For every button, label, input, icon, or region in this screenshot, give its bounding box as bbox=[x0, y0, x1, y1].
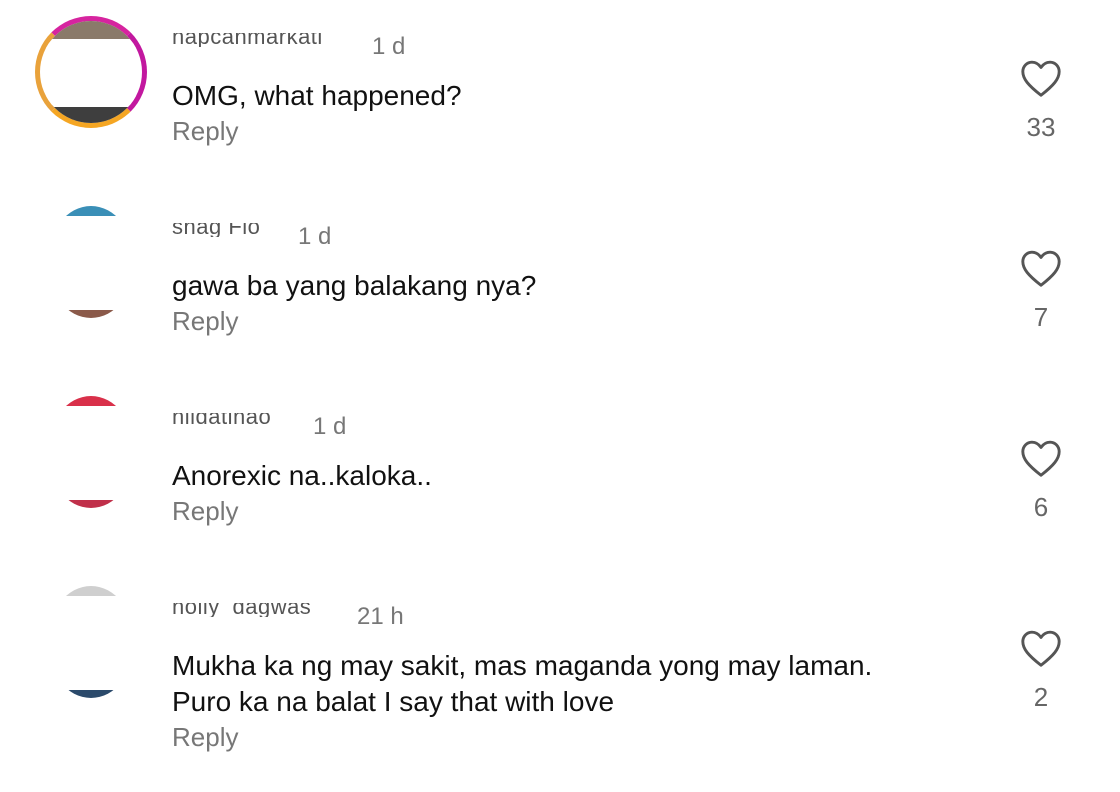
comment-time: 21 h bbox=[357, 603, 404, 630]
like-count: 2 bbox=[1033, 682, 1049, 712]
comment-username[interactable]: nolly_dagwas bbox=[172, 603, 311, 617]
avatar[interactable] bbox=[47, 586, 135, 698]
like-button[interactable]: 7 bbox=[1016, 248, 1066, 338]
comment-text: gawa ba yang balakang nya? bbox=[172, 270, 537, 301]
reply-button[interactable]: Reply bbox=[172, 306, 238, 337]
comment-username[interactable]: shag Flo bbox=[172, 223, 260, 237]
comment-time: 1 d bbox=[372, 33, 406, 60]
reply-button[interactable]: Reply bbox=[172, 496, 238, 527]
like-button[interactable]: 2 bbox=[1016, 628, 1066, 718]
comment-item: shag Flo 1 d gawa ba yang balakang nya? … bbox=[0, 206, 1120, 400]
comment-text-line: Puro ka na balat I say that with love bbox=[172, 686, 615, 717]
heart-outline-icon bbox=[1021, 60, 1061, 97]
comment-item: hildatinao 1 d Anorexic na..kaloka.. Rep… bbox=[0, 396, 1120, 590]
comment-username[interactable]: hapcanmarkati bbox=[172, 33, 323, 47]
comment-text: Mukha ka ng may sakit, mas maganda yong … bbox=[172, 648, 972, 720]
reply-button[interactable]: Reply bbox=[172, 116, 238, 147]
comment-text: Anorexic na..kaloka.. bbox=[172, 460, 432, 491]
avatar[interactable] bbox=[47, 206, 135, 318]
comment-text-line: Mukha ka ng may sakit, mas maganda yong … bbox=[172, 650, 873, 681]
avatar[interactable] bbox=[35, 16, 147, 128]
comment-username[interactable]: hildatinao bbox=[172, 413, 271, 427]
comment-item: hapcanmarkati 1 d OMG, what happened? Re… bbox=[0, 16, 1120, 210]
comment-text: OMG, what happened? bbox=[172, 80, 462, 111]
like-button[interactable]: 33 bbox=[1016, 58, 1066, 148]
like-count: 33 bbox=[1026, 112, 1056, 142]
comment-time: 1 d bbox=[313, 413, 347, 440]
like-button[interactable]: 6 bbox=[1016, 438, 1066, 528]
comment-item: nolly_dagwas 21 h Mukha ka ng may sakit,… bbox=[0, 586, 1120, 792]
like-count: 6 bbox=[1033, 492, 1049, 522]
comment-time: 1 d bbox=[298, 223, 332, 250]
heart-outline-icon bbox=[1021, 440, 1061, 477]
heart-outline-icon bbox=[1021, 250, 1061, 287]
avatar[interactable] bbox=[47, 396, 135, 508]
like-count: 7 bbox=[1033, 302, 1049, 332]
heart-outline-icon bbox=[1021, 630, 1061, 667]
reply-button[interactable]: Reply bbox=[172, 722, 238, 753]
comment-list: hapcanmarkati 1 d OMG, what happened? Re… bbox=[0, 0, 1120, 792]
